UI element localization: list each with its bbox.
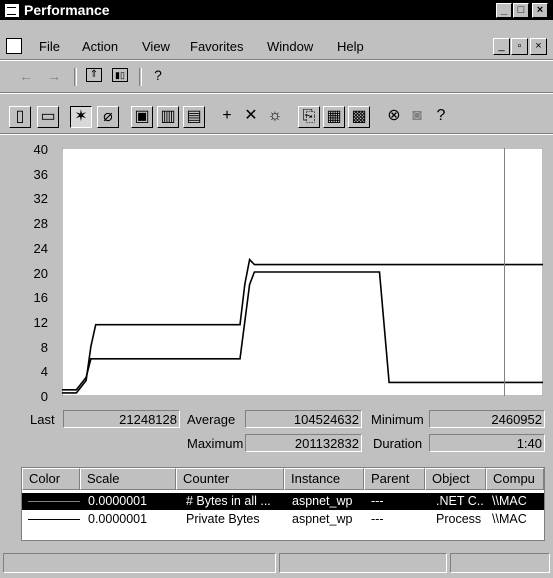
child-minimize-button[interactable]: _: [493, 38, 510, 55]
series-color-swatch: [28, 501, 80, 502]
y-tick-label: 40: [33, 142, 48, 157]
copy-properties-button[interactable]: ⎘: [298, 106, 320, 128]
toolbar-separator: [74, 68, 77, 86]
minimum-value: 2460952: [429, 410, 545, 428]
divider: [0, 59, 553, 61]
last-value: 21248128: [63, 410, 180, 428]
duration-label: Duration: [373, 436, 423, 451]
legend-instance: aspnet_wp: [292, 494, 353, 508]
menu-help[interactable]: Help: [337, 39, 364, 54]
status-pane: [279, 553, 447, 573]
y-tick-label: 4: [40, 364, 48, 379]
legend-object: .NET C...: [436, 494, 484, 508]
legend-scale: 0.0000001: [88, 512, 148, 526]
freeze-display-button[interactable]: ⊗: [384, 106, 404, 126]
clear-display-button[interactable]: ▭: [37, 106, 59, 128]
document-icon[interactable]: [6, 38, 22, 54]
legend-scale: 0.0000001: [88, 494, 148, 508]
y-tick-label: 24: [33, 241, 48, 256]
menu-favorites[interactable]: Favorites: [190, 39, 243, 54]
divider: [0, 133, 553, 135]
sysmon-help-button[interactable]: ?: [431, 106, 451, 126]
performance-app-icon[interactable]: [4, 3, 20, 18]
series-color-swatch: [28, 519, 80, 520]
column-header-counter[interactable]: Counter: [176, 468, 284, 490]
legend-counter: # Bytes in all ...: [186, 494, 271, 508]
view-log-data-button[interactable]: ⌀: [97, 106, 119, 128]
toolbar-separator: [139, 68, 142, 86]
view-current-activity-button[interactable]: ✶: [70, 106, 92, 128]
divider: [0, 92, 553, 94]
close-button[interactable]: ×: [532, 3, 548, 18]
y-tick-label: 12: [33, 315, 48, 330]
y-tick-label: 0: [40, 389, 48, 404]
show-hide-tree-icon[interactable]: ▮▯: [112, 68, 128, 82]
y-tick-label: 28: [33, 216, 48, 231]
legend-parent: ---: [371, 494, 384, 508]
child-restore-button[interactable]: ▫: [511, 38, 528, 55]
back-arrow-icon[interactable]: ←: [18, 68, 34, 84]
minimize-button[interactable]: _: [496, 3, 512, 18]
view-histogram-button[interactable]: ▥: [157, 106, 179, 128]
column-header-instance[interactable]: Instance: [284, 468, 364, 490]
performance-graph: [62, 148, 543, 396]
legend-computer: \\MAC: [492, 512, 527, 526]
y-tick-label: 20: [33, 266, 48, 281]
average-label: Average: [187, 412, 236, 427]
counter-legend: Color Scale Counter Instance Parent Obje…: [21, 467, 545, 541]
minimum-label: Minimum: [371, 412, 424, 427]
legend-object: Process: [436, 512, 482, 526]
y-tick-label: 36: [33, 167, 48, 182]
column-header-color[interactable]: Color: [22, 468, 80, 490]
y-tick-label: 16: [33, 290, 48, 305]
legend-instance: aspnet_wp: [292, 512, 353, 526]
legend-computer: \\MAC: [492, 494, 527, 508]
help-icon[interactable]: ?: [150, 67, 166, 83]
child-close-button[interactable]: ×: [530, 38, 547, 55]
duration-value: 1:40: [429, 434, 545, 452]
menu-window[interactable]: Window: [267, 39, 313, 54]
last-label: Last: [30, 412, 55, 427]
maximum-value: 201132832: [245, 434, 362, 452]
maximize-button[interactable]: □: [513, 3, 529, 18]
up-one-level-icon[interactable]: ⇑: [86, 68, 102, 82]
column-header-object[interactable]: Object: [425, 468, 486, 490]
maximum-label: Maximum: [187, 436, 244, 451]
window-title: Performance: [24, 2, 110, 18]
view-report-button[interactable]: ▤: [183, 106, 205, 128]
menu-action[interactable]: Action: [82, 39, 118, 54]
add-counter-button[interactable]: +: [217, 106, 237, 126]
legend-counter: Private Bytes: [186, 512, 260, 526]
forward-arrow-icon[interactable]: →: [46, 68, 62, 84]
y-tick-label: 32: [33, 191, 48, 206]
update-data-button[interactable]: ◙: [407, 106, 427, 126]
legend-row[interactable]: 0.0000001 Private Bytes aspnet_wp --- Pr…: [22, 511, 544, 528]
column-header-scale[interactable]: Scale: [80, 468, 176, 490]
new-counter-set-button[interactable]: ▯: [9, 106, 31, 128]
title-bar: Performance _ □ ×: [0, 0, 553, 20]
legend-parent: ---: [371, 512, 384, 526]
view-graph-button[interactable]: ▣: [131, 106, 153, 128]
average-value: 104524632: [245, 410, 362, 428]
status-pane: [450, 553, 550, 573]
properties-button[interactable]: ▩: [348, 106, 370, 128]
highlight-button[interactable]: ☼: [265, 106, 285, 126]
paste-counter-list-button[interactable]: ▦: [323, 106, 345, 128]
delete-counter-button[interactable]: ✕: [241, 106, 261, 126]
legend-row[interactable]: 0.0000001 # Bytes in all ... aspnet_wp -…: [22, 493, 544, 510]
column-header-computer[interactable]: Compu: [486, 468, 544, 490]
menu-file[interactable]: File: [39, 39, 60, 54]
menu-view[interactable]: View: [142, 39, 170, 54]
column-header-parent[interactable]: Parent: [364, 468, 425, 490]
y-tick-label: 8: [40, 340, 48, 355]
status-pane: [3, 553, 276, 573]
